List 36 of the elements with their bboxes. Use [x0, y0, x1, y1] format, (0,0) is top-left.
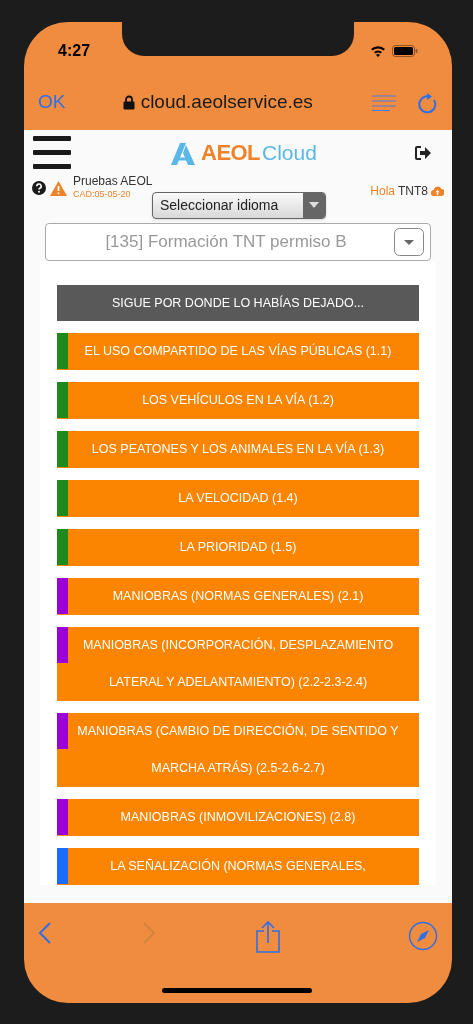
help-icon[interactable]: [32, 181, 46, 195]
logo: AEOLCloud: [169, 136, 317, 169]
course-select[interactable]: [135] Formación TNT permiso B: [45, 223, 431, 261]
expiry-date: CAD:05-05-20: [73, 188, 132, 201]
lock-icon: [122, 95, 135, 110]
menu-icon[interactable]: [33, 136, 71, 169]
lesson-button[interactable]: MANIOBRAS (INMOVILIZACIONES) (2.8): [57, 799, 419, 836]
compass-icon[interactable]: [408, 921, 438, 951]
lesson-button[interactable]: MANIOBRAS (NORMAS GENERALES) (2.1): [57, 578, 419, 615]
lesson-button[interactable]: MANIOBRAS (CAMBIO DE DIRECCIÓN, DE SENTIDO Y MARCHA ATRÁS) (2.5-2.6-2.7): [57, 713, 419, 787]
battery-icon: [392, 44, 418, 57]
done-button[interactable]: OK: [38, 88, 66, 117]
dropdown-caret-icon: [303, 193, 325, 218]
logout-icon[interactable]: [415, 145, 431, 160]
share-icon[interactable]: [256, 921, 280, 953]
reader-icon[interactable]: [372, 94, 396, 111]
reload-icon[interactable]: [418, 91, 438, 114]
user-name: TNT8: [398, 183, 428, 200]
lesson-button[interactable]: LA VELOCIDAD (1.4): [57, 480, 419, 517]
wifi-icon: [370, 44, 386, 57]
language-select[interactable]: Seleccionar idioma: [152, 192, 326, 219]
lesson-button[interactable]: LA SEÑALIZACIÓN (NORMAS GENERALES,: [57, 848, 419, 885]
continue-banner[interactable]: SIGUE POR DONDE LO HABÍAS DEJADO...: [57, 285, 419, 321]
lesson-button[interactable]: LOS PEATONES Y LOS ANIMALES EN LA VÍA (1.3): [57, 431, 419, 468]
account-name: Pruebas AEOL: [73, 175, 153, 188]
greeting-text: Hola: [370, 183, 395, 200]
address-bar-url[interactable]: cloud.aeolservice.es: [140, 88, 313, 117]
lesson-button[interactable]: MANIOBRAS (INCORPORACIÓN, DESPLAZAMIENTO LATERAL Y ADELANTAMIENTO) (2.2-2.3-2.4): [57, 627, 419, 701]
cloud-upload-icon[interactable]: [431, 186, 444, 196]
lesson-button[interactable]: EL USO COMPARTIDO DE LAS VÍAS PÚBLICAS (1.1): [57, 333, 419, 370]
lesson-button[interactable]: LA PRIORIDAD (1.5): [57, 529, 419, 566]
warning-icon: [50, 180, 67, 196]
status-time: 4:27: [58, 40, 91, 61]
dropdown-caret-icon: [394, 228, 424, 256]
lesson-button[interactable]: LOS VEHÍCULOS EN LA VÍA (1.2): [57, 382, 419, 419]
back-icon[interactable]: [38, 921, 52, 945]
